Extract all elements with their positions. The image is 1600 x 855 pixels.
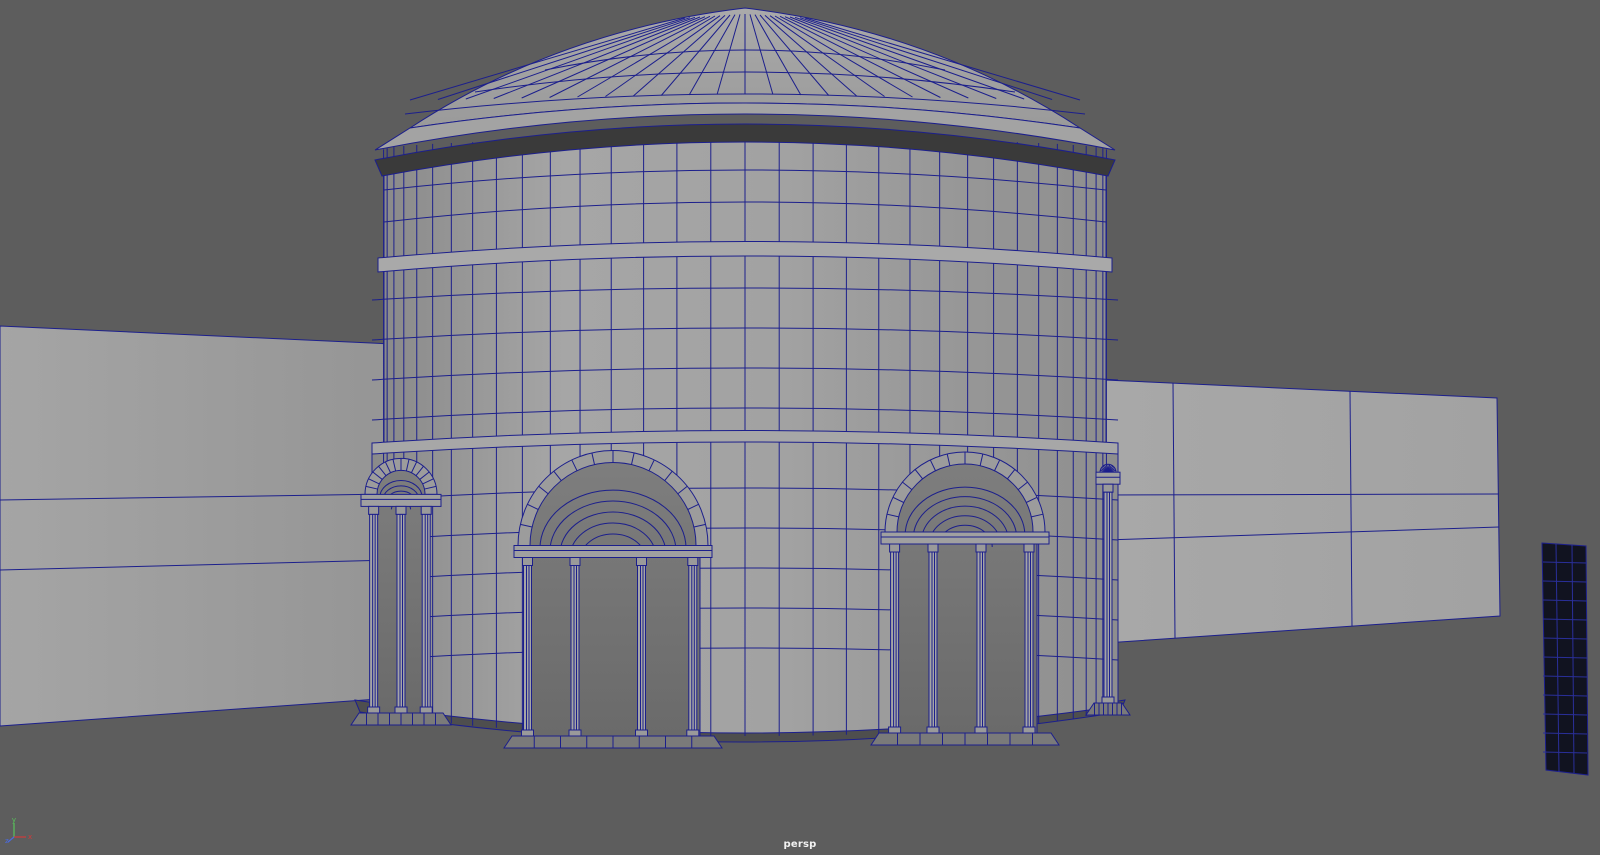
axis-gizmo-icon: y x z xyxy=(5,816,32,845)
scene-canvas[interactable] xyxy=(0,0,1600,855)
axis-z-label: z xyxy=(5,837,9,845)
axis-y-label: y xyxy=(12,816,16,824)
dark-panel-mesh[interactable] xyxy=(1541,542,1589,776)
right-wall-mesh[interactable] xyxy=(1104,379,1501,644)
arch-portal[interactable] xyxy=(870,451,1060,746)
rotunda-mesh[interactable] xyxy=(350,7,1131,749)
left-wall-mesh[interactable] xyxy=(0,325,393,727)
3d-viewport[interactable]: y x z persp xyxy=(0,0,1600,855)
axis-x-label: x xyxy=(28,833,32,841)
camera-name-label: persp xyxy=(783,839,817,850)
arch-portal[interactable] xyxy=(503,450,723,749)
